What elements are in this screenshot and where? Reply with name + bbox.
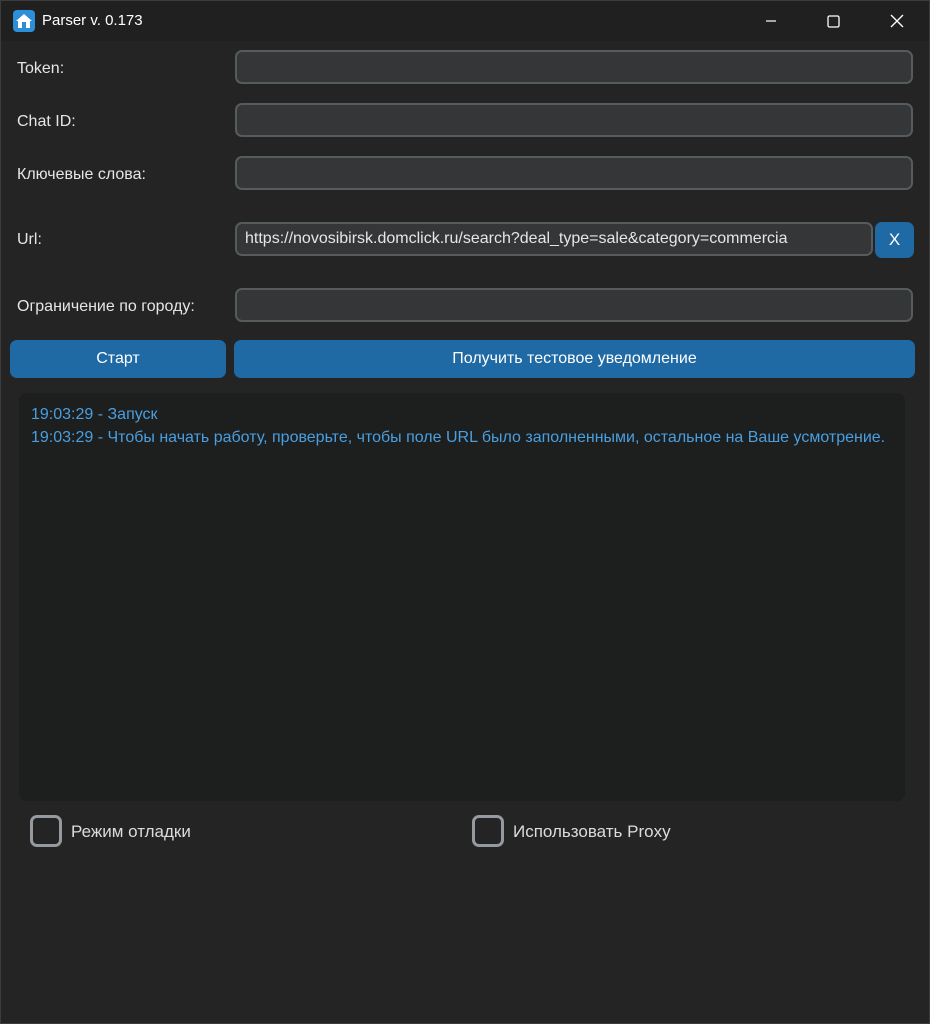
use-proxy-checkbox[interactable] [472,815,504,847]
minimize-button[interactable] [741,1,801,41]
debug-mode-label[interactable]: Режим отладки [71,822,191,842]
chat-id-label: Chat ID: [17,113,76,130]
house-app-icon [13,10,35,32]
city-limit-label: Ограничение по городу: [17,298,195,315]
title-bar[interactable]: Parser v. 0.173 [1,1,929,41]
log-line: 19:03:29 - Запуск [31,406,158,423]
log-textbox[interactable]: 19:03:29 - Запуск 19:03:29 - Чтобы начат… [19,393,905,801]
url-input[interactable] [235,222,873,256]
use-proxy-label[interactable]: Использовать Proxy [513,822,671,842]
url-label: Url: [17,231,42,248]
url-clear-button[interactable]: X [875,222,914,258]
start-button[interactable]: Старт [10,340,226,378]
token-label: Token: [17,60,65,77]
maximize-button[interactable] [803,1,863,41]
log-line: 19:03:29 - Чтобы начать работу, проверьт… [31,429,886,446]
keywords-input[interactable] [235,156,913,190]
close-icon [890,14,904,28]
maximize-icon [826,14,840,28]
city-limit-input[interactable] [235,288,913,322]
app-window: Parser v. 0.173 Token: Chat ID: Ключевые… [0,0,930,1024]
minimize-icon [766,20,776,22]
debug-mode-checkbox[interactable] [30,815,62,847]
close-window-button[interactable] [867,1,927,41]
keywords-label: Ключевые слова: [17,166,146,183]
chat-id-input[interactable] [235,103,913,137]
test-notification-button[interactable]: Получить тестовое уведомление [234,340,915,378]
token-input[interactable] [235,50,913,84]
window-title: Parser v. 0.173 [42,12,143,29]
